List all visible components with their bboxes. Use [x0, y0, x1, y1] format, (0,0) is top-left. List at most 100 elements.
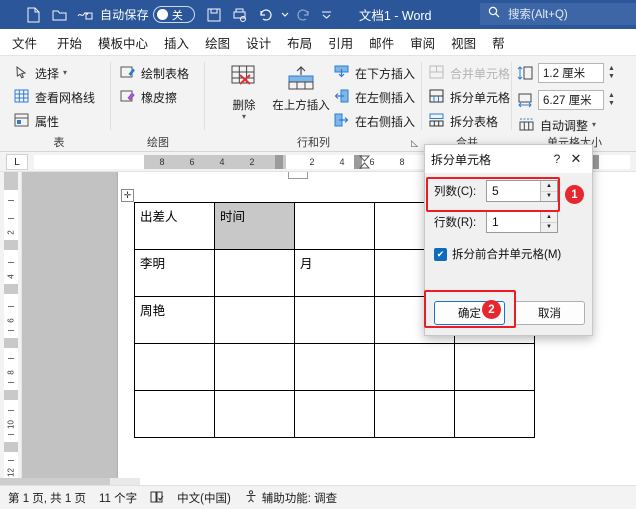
autosave-toggle[interactable]: 关 — [152, 6, 195, 23]
accessibility-status[interactable]: 辅助功能: 调查 — [244, 489, 337, 506]
table-cell[interactable] — [214, 249, 295, 297]
table-cell[interactable] — [214, 390, 295, 438]
redo-icon[interactable] — [291, 4, 317, 26]
table-cell[interactable]: 李明 — [134, 249, 215, 297]
undo-chevron-icon[interactable] — [279, 4, 291, 26]
insert-left-button[interactable]: 在左侧插入 — [332, 86, 417, 108]
menu-item-layout[interactable]: 布局 — [279, 30, 320, 55]
table-row[interactable] — [134, 390, 535, 438]
table-cell-selected[interactable]: 时间 — [214, 202, 295, 250]
word-count[interactable]: 11 个字 — [99, 490, 137, 506]
menu-item-draw[interactable]: 绘图 — [197, 30, 238, 55]
split-cells-dialog[interactable]: 拆分单元格 ? ✕ 列数(C): 5 ▲ ▼ 行数(R): 1 ▲ ▼ ✔ 拆分前合… — [424, 144, 593, 336]
table-cell[interactable] — [214, 296, 295, 344]
close-icon[interactable]: ✕ — [566, 151, 586, 167]
column-width-stepper[interactable]: ▲ ▼ — [608, 92, 615, 107]
menu-item-view[interactable]: 视图 — [443, 30, 484, 55]
stepper-down-icon[interactable]: ▼ — [541, 223, 557, 233]
merge-before-split-checkbox[interactable]: ✔ 拆分前合并单元格(M) — [425, 246, 592, 262]
delete-button[interactable]: 删除 ▾ — [216, 64, 272, 121]
vr-number: 10 — [6, 420, 16, 429]
row-height-value[interactable]: 1.2 厘米 — [538, 63, 604, 83]
table-cell[interactable] — [294, 343, 375, 391]
horizontal-scrollbar-thumb[interactable] — [0, 478, 110, 485]
vertical-ruler[interactable]: 2 4 6 8 10 12 — [0, 172, 22, 478]
stepper-up-icon[interactable]: ▲ — [541, 212, 557, 223]
stepper-down-icon[interactable]: ▼ — [541, 192, 557, 202]
table-cell[interactable] — [374, 390, 455, 438]
select-button[interactable]: 选择 ▾ — [12, 62, 69, 84]
menu-item-home[interactable]: 开始 — [49, 30, 90, 55]
table-cell[interactable] — [214, 343, 295, 391]
eraser-button[interactable]: 橡皮擦 — [118, 86, 179, 108]
table-cell[interactable] — [134, 390, 215, 438]
insert-right-button[interactable]: 在右侧插入 — [332, 110, 417, 132]
stepper-up-icon[interactable]: ▲ — [541, 181, 557, 192]
merge-cells-button[interactable]: 合并单元格 — [427, 62, 512, 84]
left-indent-marker[interactable] — [275, 155, 283, 169]
row-height-stepper[interactable]: ▲ ▼ — [608, 65, 615, 80]
menu-item-file[interactable]: 文件 — [0, 30, 49, 55]
autofit-button[interactable]: 自动调整 ▾ — [517, 114, 598, 136]
table-cell[interactable] — [454, 343, 535, 391]
table-row[interactable] — [134, 343, 535, 391]
table-move-handle-icon[interactable]: ✛ — [121, 189, 134, 202]
page-indicator[interactable]: 第 1 页, 共 1 页 — [8, 490, 86, 506]
table-cell[interactable]: 月 — [294, 249, 375, 297]
open-folder-icon[interactable] — [46, 4, 72, 26]
ruler-number: 8 — [159, 157, 165, 167]
column-width-control[interactable]: 6.27 厘米 ▲ ▼ — [517, 89, 615, 111]
tab-stop-selector[interactable]: L — [6, 154, 28, 170]
table-cell[interactable] — [294, 202, 375, 250]
menu-item-template-center[interactable]: 模板中心 — [90, 30, 156, 55]
menu-item-design[interactable]: 设计 — [238, 30, 279, 55]
rows-columns-dialog-launcher[interactable]: ◺ — [411, 138, 418, 149]
search-input[interactable]: 搜索(Alt+Q) — [480, 3, 636, 25]
columns-input[interactable]: 5 ▲ ▼ — [486, 180, 558, 202]
columns-stepper[interactable]: ▲ ▼ — [540, 181, 557, 201]
menu-item-help[interactable]: 帮 — [484, 30, 513, 55]
menu-item-references[interactable]: 引用 — [320, 30, 361, 55]
cancel-button[interactable]: 取消 — [514, 301, 585, 325]
eraser-icon — [120, 89, 137, 105]
rows-value[interactable]: 1 — [487, 212, 540, 232]
split-table-button[interactable]: 拆分表格 — [427, 110, 500, 132]
table-cell[interactable] — [454, 390, 535, 438]
insert-below-button[interactable]: 在下方插入 — [332, 62, 417, 84]
new-document-icon[interactable] — [20, 4, 46, 26]
columns-value[interactable]: 5 — [487, 181, 540, 201]
rows-input[interactable]: 1 ▲ ▼ — [486, 211, 558, 233]
draw-table-button[interactable]: 绘制表格 — [118, 62, 191, 84]
help-icon[interactable]: ? — [548, 152, 566, 166]
customize-toolbar-icon[interactable] — [317, 4, 337, 26]
table-cell[interactable] — [134, 343, 215, 391]
autofit-label: 自动调整 — [540, 118, 589, 133]
table-cell[interactable]: 出差人 — [134, 202, 215, 250]
checkbox-checked-icon[interactable]: ✔ — [434, 247, 447, 261]
split-cells-button[interactable]: 拆分单元格 — [427, 86, 512, 108]
table-cell[interactable] — [294, 390, 375, 438]
print-preview-icon[interactable] — [227, 4, 253, 26]
vr-tick — [8, 218, 14, 219]
menu-item-mailings[interactable]: 邮件 — [361, 30, 402, 55]
menu-item-insert[interactable]: 插入 — [156, 30, 197, 55]
menu-item-review[interactable]: 审阅 — [402, 30, 443, 55]
signature-icon[interactable] — [72, 4, 98, 26]
language-indicator[interactable]: 中文(中国) — [177, 490, 231, 506]
table-cell[interactable] — [374, 343, 455, 391]
properties-button[interactable]: 属性 — [12, 110, 61, 132]
view-gridlines-button[interactable]: 查看网格线 — [12, 86, 97, 108]
proofing-icon[interactable] — [150, 491, 164, 504]
insert-above-button[interactable]: 在上方插入 — [270, 66, 332, 113]
column-width-value[interactable]: 6.27 厘米 — [538, 90, 604, 110]
draw-table-icon — [120, 65, 137, 81]
chevron-down-icon: ▾ — [63, 68, 68, 77]
rows-stepper[interactable]: ▲ ▼ — [540, 212, 557, 232]
save-icon[interactable] — [201, 4, 227, 26]
undo-icon[interactable] — [253, 4, 279, 26]
gridlines-icon — [14, 89, 31, 105]
table-cell[interactable] — [294, 296, 375, 344]
table-cell[interactable]: 周艳 — [134, 296, 215, 344]
row-height-control[interactable]: 1.2 厘米 ▲ ▼ — [517, 62, 615, 84]
ribbon-group-label-table: 表 — [53, 137, 65, 149]
